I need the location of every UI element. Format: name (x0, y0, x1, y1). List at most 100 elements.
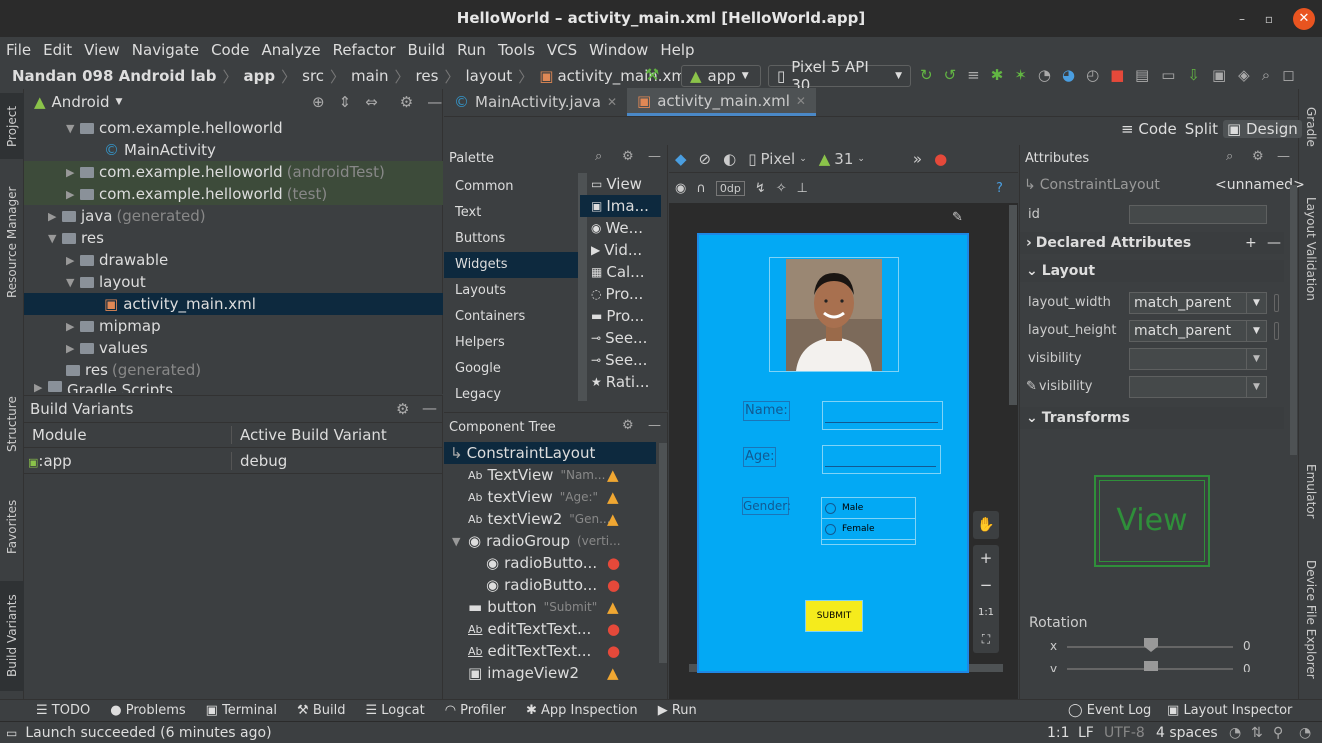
zoom-out-icon[interactable]: − (973, 572, 999, 599)
menu-build[interactable]: Build (408, 41, 446, 59)
logcat-tool[interactable]: ☰ Logcat (365, 703, 424, 718)
tree-row[interactable]: ▶ com.example.helloworld (androidTest) (24, 161, 443, 183)
palette-item[interactable]: ★ Rati... (580, 371, 661, 393)
menu-code[interactable]: Code (211, 41, 249, 59)
indent-setting[interactable]: 4 spaces (1156, 725, 1218, 741)
wrench-icon[interactable]: ✎ (952, 210, 963, 225)
palette-category[interactable]: Text (444, 200, 578, 226)
gender-label[interactable]: Gender: (742, 497, 791, 515)
tree-node[interactable]: ▣ imageView2 ▲ (444, 662, 656, 684)
project-view-select[interactable]: Android (52, 93, 110, 111)
warning-icon[interactable]: ▲ (607, 488, 619, 506)
tree-node[interactable]: ◉ radioButto... ● (444, 552, 656, 574)
layout-inspector-tool[interactable]: ▣ Layout Inspector (1167, 703, 1292, 718)
palette-item[interactable]: ◌ Pro... (580, 283, 661, 305)
api-level-select[interactable]: ▲ 31 ⌄ (819, 150, 865, 168)
id-input[interactable] (1129, 205, 1267, 224)
variant-cell[interactable]: debug (232, 452, 287, 470)
code-mode-button[interactable]: ≡ Code (1118, 120, 1180, 138)
transforms-section[interactable]: ⌄ Transforms (1020, 407, 1284, 429)
coverage-icon[interactable]: ◕ (1062, 66, 1075, 84)
line-separator[interactable]: LF (1078, 725, 1094, 741)
tab-resource-manager[interactable]: Resource Manager (0, 177, 24, 307)
debug-icon[interactable]: ✱ (991, 66, 1004, 84)
image-view-box[interactable] (769, 257, 899, 372)
hide-icon[interactable]: — (648, 149, 661, 164)
todo-tool[interactable]: ☰ TODO (36, 703, 90, 718)
warning-icon[interactable]: ▲ (607, 598, 619, 616)
close-icon[interactable]: ✕ (796, 94, 806, 108)
locate-icon[interactable]: ⊕ (312, 93, 325, 111)
canvas-scrollbar-v[interactable] (1009, 205, 1017, 405)
male-radio[interactable]: Male (822, 498, 915, 519)
palette-item[interactable]: ▭ View (580, 173, 661, 195)
more-icon[interactable]: » (913, 150, 922, 168)
caret-position[interactable]: 1:1 (1047, 725, 1070, 741)
menu-help[interactable]: Help (660, 41, 694, 59)
file-encoding[interactable]: UTF-8 (1104, 725, 1145, 741)
search-icon[interactable]: ⌕ (595, 149, 602, 164)
chevron-down-icon[interactable]: ▼ (116, 97, 123, 107)
clear-constraints-icon[interactable]: ↯ (755, 181, 766, 196)
device-select[interactable]: ▯ Pixel 5 API 30 ▼ (768, 58, 911, 94)
zoom-fit-icon[interactable]: ⛶ (973, 626, 999, 653)
tab-activity-main[interactable]: ▣ activity_main.xml ✕ (627, 88, 816, 116)
device-preview-select[interactable]: ▯ Pixel ⌄ (748, 150, 807, 168)
collapse-all-icon[interactable]: ⇔ (365, 93, 378, 111)
breadcrumb-app[interactable]: app (244, 67, 276, 85)
palette-category[interactable]: Google (444, 356, 578, 382)
tree-node[interactable]: Ab editTextText... ● (444, 640, 656, 662)
tab-main-activity[interactable]: © MainActivity.java ✕ (444, 88, 627, 116)
rerun-icon[interactable]: ↻ (920, 66, 933, 84)
pan-icon[interactable]: ✋ (973, 511, 999, 539)
project-structure-icon[interactable]: ▤ (1135, 66, 1149, 84)
tree-row[interactable]: ▶ values (24, 337, 443, 359)
resource-picker[interactable] (1274, 294, 1279, 312)
error-icon[interactable]: ● (607, 554, 620, 572)
warning-icon[interactable]: ▲ (607, 664, 619, 682)
zoom-in-icon[interactable]: + (973, 545, 999, 572)
tab-emulator[interactable]: Emulator (1299, 451, 1322, 531)
slider-thumb[interactable] (1144, 661, 1158, 671)
magnet-icon[interactable]: ∩ (696, 181, 706, 196)
breadcrumb-main[interactable]: main (351, 67, 388, 85)
tree-node[interactable]: Ab textView "Age:" ▲ (444, 486, 656, 508)
palette-item[interactable]: ◉ We... (580, 217, 661, 239)
breadcrumb-layout[interactable]: layout (465, 67, 512, 85)
avd-manager-icon[interactable]: ▭ (1161, 66, 1175, 84)
attributes-scrollbar[interactable] (1290, 185, 1297, 455)
slider-thumb[interactable] (1144, 638, 1158, 652)
event-log-tool[interactable]: ◯ Event Log (1068, 703, 1151, 718)
design-mode-button[interactable]: ▣ Design (1223, 120, 1302, 138)
breadcrumb-project[interactable]: Nandan 098 Android lab (12, 67, 216, 85)
tree-node-selected[interactable]: ↳ ConstraintLayout (444, 442, 656, 464)
stop-icon[interactable]: ■ (1110, 66, 1124, 84)
profiler-tool[interactable]: ◠ Profiler (445, 703, 506, 718)
layout-width-select[interactable]: match_parent ▼ (1129, 292, 1267, 314)
tab-favorites[interactable]: Favorites (0, 487, 24, 567)
tree-row[interactable]: ▼ layout (24, 271, 443, 293)
gear-icon[interactable]: ⚙ (396, 400, 409, 418)
remove-icon[interactable]: — (1267, 235, 1281, 251)
palette-item[interactable]: ⊸ See... (580, 327, 661, 349)
tree-node[interactable]: Ab editTextText... ● (444, 618, 656, 640)
guidelines-icon[interactable]: ⊥ (797, 181, 808, 196)
tree-row[interactable]: ▼ res (24, 227, 443, 249)
menu-vcs[interactable]: VCS (547, 41, 577, 59)
tree-row[interactable]: res (generated) (24, 359, 443, 381)
tree-row[interactable]: ▶ Gradle Scripts (24, 381, 443, 393)
layers-icon[interactable]: ◆ (675, 150, 687, 168)
warning-icon[interactable]: ▲ (607, 466, 619, 484)
tree-row[interactable]: ▶ java (generated) (24, 205, 443, 227)
notification-icon[interactable]: ◔ (1299, 725, 1311, 741)
menu-edit[interactable]: Edit (43, 41, 72, 59)
infer-constraints-icon[interactable]: ✧ (776, 181, 787, 196)
sdk-manager-icon[interactable]: ⇩ (1187, 66, 1200, 84)
hammer-icon[interactable]: ⚒ (645, 65, 659, 84)
gear-icon[interactable]: ⚙ (622, 418, 634, 433)
hide-icon[interactable]: — (422, 399, 437, 417)
tree-node[interactable]: Ab textView2 "Gen... ▲ (444, 508, 656, 530)
breadcrumb-res[interactable]: res (416, 67, 439, 85)
palette-category[interactable]: Helpers (444, 330, 578, 356)
inspector-icon[interactable]: ⚲ (1273, 725, 1283, 741)
